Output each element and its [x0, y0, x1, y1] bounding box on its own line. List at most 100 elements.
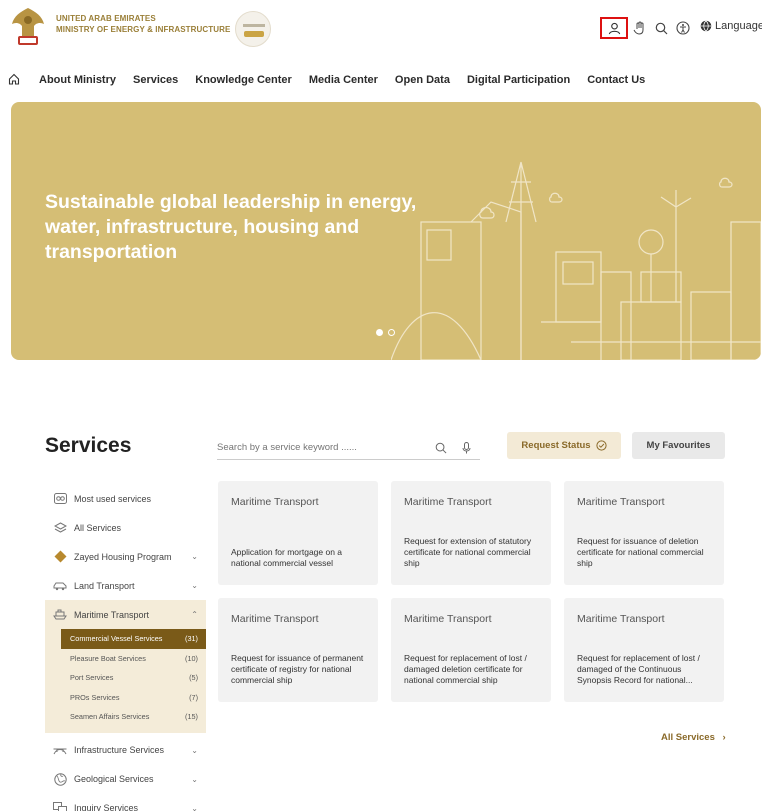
subcategory-count: (5) — [189, 673, 198, 683]
search-icon — [655, 22, 667, 34]
grid-icon — [53, 492, 67, 506]
chevron-down-icon[interactable]: ⌄ — [191, 581, 198, 590]
sidebar-item-inquiry[interactable]: Inquiry Services ⌄ — [45, 794, 206, 811]
service-search-input[interactable] — [217, 442, 427, 453]
maritime-subcategories: Commercial Vessel Services (31) Pleasure… — [45, 629, 206, 733]
main-navigation: About Ministry Services Knowledge Center… — [8, 73, 662, 87]
carousel-dot-1[interactable] — [376, 329, 383, 336]
chevron-down-icon[interactable]: ⌄ — [191, 746, 198, 755]
service-card[interactable]: Maritime Transport Request for issuance … — [564, 481, 724, 585]
government-rating-badge — [235, 11, 271, 47]
globe-icon — [700, 20, 712, 32]
sidebar-item-infrastructure[interactable]: Infrastructure Services ⌄ — [45, 736, 206, 765]
infrastructure-illustration — [391, 161, 761, 360]
carousel-dot-2[interactable] — [388, 329, 395, 336]
sidebar-item-land-transport[interactable]: Land Transport ⌄ — [45, 571, 206, 600]
chevron-right-icon: › — [722, 732, 726, 743]
sidebar-item-label: Maritime Transport — [74, 609, 150, 620]
services-title: Services — [45, 434, 132, 457]
inquiry-icon — [53, 801, 67, 811]
sidebar-item-label: All Services — [74, 522, 122, 533]
hand-icon — [633, 21, 643, 35]
sidebar-item-label: Zayed Housing Program — [74, 551, 172, 562]
chevron-up-icon[interactable]: ⌃ — [191, 610, 198, 619]
service-card[interactable]: Maritime Transport Request for replaceme… — [564, 598, 724, 702]
accessibility-button[interactable] — [675, 20, 691, 36]
service-card[interactable]: Maritime Transport Request for extension… — [391, 481, 551, 585]
service-search-bar — [217, 436, 480, 460]
card-description: Application for mortgage on a national c… — [231, 547, 343, 568]
card-description: Request for issuance of deletion certifi… — [577, 536, 704, 568]
service-card[interactable]: Maritime Transport Request for replaceme… — [391, 598, 551, 702]
card-description: Request for issuance of permanent certif… — [231, 653, 364, 685]
sidebar-item-most-used[interactable]: Most used services — [45, 484, 206, 513]
sidebar-item-label: Infrastructure Services — [74, 745, 165, 755]
chevron-down-icon[interactable]: ⌄ — [191, 775, 198, 784]
brand-line-1: UNITED ARAB EMIRATES — [56, 14, 156, 23]
sidebar-item-maritime-transport[interactable]: Maritime Transport ⌃ — [45, 600, 206, 629]
subcategory-pros[interactable]: PROs Services (7) — [45, 688, 206, 708]
subcategory-label: PROs Services — [70, 692, 120, 702]
search-icon[interactable] — [435, 441, 447, 459]
all-services-label: All Services — [661, 732, 715, 743]
home-icon[interactable] — [8, 73, 22, 87]
uae-emblem-logo[interactable] — [8, 6, 48, 50]
languages-button[interactable]: Languages — [700, 20, 762, 32]
subcategory-pleasure-boat[interactable]: Pleasure Boat Services (10) — [45, 649, 206, 669]
card-description: Request for extension of statutory certi… — [404, 536, 532, 568]
card-category: Maritime Transport — [231, 496, 319, 508]
request-status-label: Request Status — [521, 440, 591, 451]
layers-icon — [53, 521, 67, 535]
sidebar-item-label: Inquiry Services — [74, 803, 139, 811]
carousel-indicators — [376, 329, 395, 336]
nav-knowledge-center[interactable]: Knowledge Center — [195, 74, 292, 86]
nav-about-ministry[interactable]: About Ministry — [39, 74, 116, 86]
subcategory-count: (10) — [185, 653, 198, 663]
subcategory-label: Pleasure Boat Services — [70, 653, 146, 663]
languages-label: Languages — [715, 20, 762, 32]
subcategory-count: (15) — [185, 712, 198, 722]
hero-banner: Sustainable global leadership in energy,… — [11, 102, 761, 360]
subcategory-seamen-affairs[interactable]: Seamen Affairs Services (15) — [45, 707, 206, 727]
subcategory-count: (31) — [185, 634, 198, 644]
ship-icon — [53, 608, 67, 622]
sidebar-item-zayed-housing[interactable]: Zayed Housing Program ⌄ — [45, 542, 206, 571]
card-description: Request for replacement of lost / damage… — [404, 653, 527, 685]
nav-contact-us[interactable]: Contact Us — [587, 74, 645, 86]
bridge-icon — [53, 743, 67, 757]
service-card[interactable]: Maritime Transport Application for mortg… — [218, 481, 378, 585]
card-category: Maritime Transport — [577, 613, 665, 625]
service-card[interactable]: Maritime Transport Request for issuance … — [218, 598, 378, 702]
chevron-down-icon[interactable]: ⌄ — [191, 552, 198, 561]
request-status-button[interactable]: Request Status — [507, 432, 621, 459]
check-circle-icon — [595, 440, 607, 451]
ministry-brand: UNITED ARAB EMIRATES MINISTRY OF ENERGY … — [56, 13, 230, 35]
subcategory-commercial-vessel[interactable]: Commercial Vessel Services (31) — [61, 629, 206, 649]
voice-assist-button[interactable] — [631, 20, 647, 36]
nav-digital-participation[interactable]: Digital Participation — [467, 74, 570, 86]
search-button[interactable] — [653, 20, 669, 36]
diamond-icon — [53, 550, 67, 564]
sidebar-item-all-services[interactable]: All Services — [45, 513, 206, 542]
card-category: Maritime Transport — [577, 496, 665, 508]
all-services-link[interactable]: All Services › — [661, 732, 726, 743]
nav-media-center[interactable]: Media Center — [309, 74, 378, 86]
nav-services[interactable]: Services — [133, 74, 178, 86]
my-favourites-button[interactable]: My Favourites — [632, 432, 725, 459]
sidebar-item-label: Most used services — [74, 493, 152, 504]
brand-line-2: MINISTRY OF ENERGY & INFRASTRUCTURE — [56, 25, 231, 34]
subcategory-label: Seamen Affairs Services — [70, 712, 150, 722]
user-icon — [608, 22, 620, 34]
user-login-button[interactable] — [600, 17, 628, 39]
subcategory-port[interactable]: Port Services (5) — [45, 668, 206, 688]
sidebar-item-label: Land Transport — [74, 580, 135, 591]
hero-title: Sustainable global leadership in energy,… — [45, 191, 417, 263]
globe-icon — [53, 772, 67, 786]
nav-open-data[interactable]: Open Data — [395, 74, 450, 86]
sidebar-item-geological[interactable]: Geological Services ⌄ — [45, 765, 206, 794]
subcategory-count: (7) — [189, 692, 198, 702]
chevron-down-icon[interactable]: ⌄ — [191, 804, 198, 811]
microphone-icon[interactable] — [462, 441, 471, 459]
card-category: Maritime Transport — [404, 496, 492, 508]
subcategory-label: Commercial Vessel Services — [70, 634, 163, 644]
